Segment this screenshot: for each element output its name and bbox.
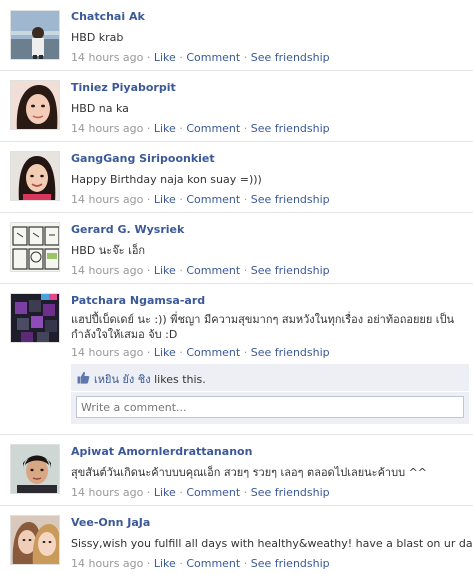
timestamp: 14 hours ago bbox=[71, 557, 144, 570]
separator: · bbox=[243, 264, 248, 277]
post-meta: 14 hours ago · Like · Comment · See frie… bbox=[71, 51, 471, 64]
separator: · bbox=[146, 264, 151, 277]
post-meta: 14 hours ago · Like · Comment · See frie… bbox=[71, 122, 471, 135]
timestamp: 14 hours ago bbox=[71, 486, 144, 499]
avatar[interactable] bbox=[10, 293, 60, 343]
comment-input[interactable] bbox=[76, 396, 464, 418]
poster-name[interactable]: Gerard G. Wysriek bbox=[71, 223, 471, 236]
avatar[interactable] bbox=[10, 222, 60, 272]
separator: · bbox=[179, 557, 183, 570]
separator: · bbox=[179, 122, 183, 135]
poster-name[interactable]: Chatchai Ak bbox=[71, 10, 471, 23]
thumbs-up-icon bbox=[77, 371, 90, 384]
separator: · bbox=[179, 193, 183, 206]
post-meta: 14 hours ago · Like · Comment · See frie… bbox=[71, 193, 471, 206]
wall-post: Gerard G. Wysriek HBD นะจ๊ะ เอ็ก 14 hour… bbox=[0, 213, 473, 283]
separator: · bbox=[146, 346, 151, 359]
separator: · bbox=[146, 51, 151, 64]
post-message: แฮปปี้เบ็ดเดย์ นะ :)) พี่ชญา มีความสุขมา… bbox=[71, 313, 455, 341]
post-message: HBD krab bbox=[71, 31, 124, 44]
comment-box bbox=[71, 392, 469, 424]
like-link[interactable]: Like bbox=[154, 557, 176, 570]
wall-post: Tiniez Piyaborpit HBD na ka 14 hours ago… bbox=[0, 71, 473, 141]
see-friendship-link[interactable]: See friendship bbox=[251, 193, 330, 206]
separator: · bbox=[179, 264, 183, 277]
avatar[interactable] bbox=[10, 10, 60, 60]
separator: · bbox=[179, 486, 183, 499]
timestamp: 14 hours ago bbox=[71, 51, 144, 64]
comment-link[interactable]: Comment bbox=[186, 346, 240, 359]
wall-post: Chatchai Ak HBD krab 14 hours ago · Like… bbox=[0, 0, 473, 70]
like-link[interactable]: Like bbox=[154, 264, 176, 277]
timestamp: 14 hours ago bbox=[71, 264, 144, 277]
likes-bar: เหยิน ยัง ชิง likes this. bbox=[71, 364, 469, 391]
like-link[interactable]: Like bbox=[154, 486, 176, 499]
post-message: สุขสันต์วันเกิดนะค้าบบบคุณเอ็ก สวยๆ รวยๆ… bbox=[71, 466, 428, 479]
post-meta: 14 hours ago · Like · Comment · See frie… bbox=[71, 557, 471, 570]
separator: · bbox=[243, 346, 248, 359]
like-link[interactable]: Like bbox=[154, 122, 176, 135]
timestamp: 14 hours ago bbox=[71, 193, 144, 206]
separator: · bbox=[243, 51, 248, 64]
like-link[interactable]: Like bbox=[154, 193, 176, 206]
separator: · bbox=[243, 486, 248, 499]
avatar[interactable] bbox=[10, 444, 60, 494]
likes-suffix: likes this. bbox=[154, 373, 206, 386]
separator: · bbox=[179, 346, 183, 359]
post-message: HBD na ka bbox=[71, 102, 129, 115]
poster-name[interactable]: Vee-Onn JaJa bbox=[71, 516, 471, 529]
comment-link[interactable]: Comment bbox=[186, 557, 240, 570]
like-link[interactable]: Like bbox=[154, 346, 176, 359]
see-friendship-link[interactable]: See friendship bbox=[251, 122, 330, 135]
like-link[interactable]: Like bbox=[154, 51, 176, 64]
separator: · bbox=[146, 557, 151, 570]
separator: · bbox=[146, 486, 151, 499]
see-friendship-link[interactable]: See friendship bbox=[251, 557, 330, 570]
likes-text: เหยิน ยัง ชิง likes this. bbox=[94, 370, 206, 388]
separator: · bbox=[243, 193, 248, 206]
post-message: Sissy,wish you fulfill all days with hea… bbox=[71, 537, 473, 550]
liker-name[interactable]: เหยิน ยัง ชิง bbox=[94, 373, 151, 386]
separator: · bbox=[179, 51, 183, 64]
comment-link[interactable]: Comment bbox=[186, 264, 240, 277]
avatar[interactable] bbox=[10, 515, 60, 565]
see-friendship-link[interactable]: See friendship bbox=[251, 346, 330, 359]
poster-name[interactable]: Patchara Ngamsa-ard bbox=[71, 294, 471, 307]
post-message: Happy Birthday naja kon suay =))) bbox=[71, 173, 262, 186]
timestamp: 14 hours ago bbox=[71, 122, 144, 135]
comment-link[interactable]: Comment bbox=[186, 122, 240, 135]
poster-name[interactable]: Tiniez Piyaborpit bbox=[71, 81, 471, 94]
see-friendship-link[interactable]: See friendship bbox=[251, 264, 330, 277]
comment-link[interactable]: Comment bbox=[186, 193, 240, 206]
separator: · bbox=[146, 193, 151, 206]
separator: · bbox=[243, 557, 248, 570]
timestamp: 14 hours ago bbox=[71, 346, 144, 359]
post-message: HBD นะจ๊ะ เอ็ก bbox=[71, 244, 146, 257]
wall-post: GangGang Siripoonkiet Happy Birthday naj… bbox=[0, 142, 473, 212]
post-meta: 14 hours ago · Like · Comment · See frie… bbox=[71, 264, 471, 277]
avatar[interactable] bbox=[10, 80, 60, 130]
comment-link[interactable]: Comment bbox=[186, 51, 240, 64]
separator: · bbox=[243, 122, 248, 135]
wall-post: Apiwat Amornlerdrattananon สุขสันต์วันเก… bbox=[0, 435, 473, 505]
see-friendship-link[interactable]: See friendship bbox=[251, 486, 330, 499]
post-meta: 14 hours ago · Like · Comment · See frie… bbox=[71, 486, 471, 499]
wall-post: Vee-Onn JaJa Sissy,wish you fulfill all … bbox=[0, 506, 473, 574]
post-meta: 14 hours ago · Like · Comment · See frie… bbox=[71, 346, 471, 359]
comment-link[interactable]: Comment bbox=[186, 486, 240, 499]
see-friendship-link[interactable]: See friendship bbox=[251, 51, 330, 64]
poster-name[interactable]: Apiwat Amornlerdrattananon bbox=[71, 445, 471, 458]
separator: · bbox=[146, 122, 151, 135]
avatar[interactable] bbox=[10, 151, 60, 201]
poster-name[interactable]: GangGang Siripoonkiet bbox=[71, 152, 471, 165]
